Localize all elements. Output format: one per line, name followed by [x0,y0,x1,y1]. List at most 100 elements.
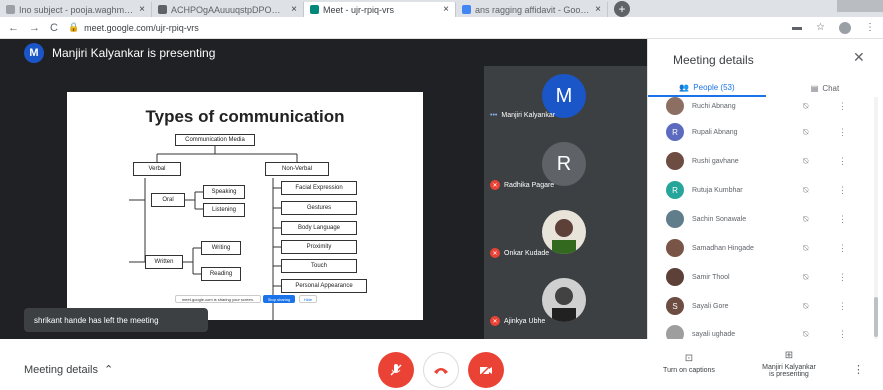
avatar [666,325,684,339]
tab-people[interactable]: 👥 People (53) [648,79,766,97]
captions-button[interactable]: ⊡ Turn on captions [634,353,744,374]
participant-name: Manjiri Kalyankar [501,112,556,119]
more-icon[interactable]: ⋮ [838,329,847,340]
mic-off-icon: ✕ [490,180,500,190]
person-name: sayali ughade [692,330,736,338]
participant-name: Onkar Kudade [504,249,550,257]
browser-tab-0[interactable]: Ino subject - pooja.waghmare × [0,2,152,17]
more-icon[interactable]: ⋮ [838,272,847,283]
browser-tab-2[interactable]: Meet - ujr-rpiq-vrs × [304,2,456,17]
mic-off-icon[interactable]: ⍉ [803,101,808,112]
list-item[interactable]: sayali ughade ⍉ ⋮ [648,319,883,339]
browser-tab-3[interactable]: ans ragging affidavit - Google S × [456,2,608,17]
scrollbar-thumb[interactable] [874,297,878,337]
hide-button[interactable]: Hide [299,295,317,303]
star-icon[interactable]: ☆ [816,22,825,33]
participant-label: ✕ Onkar Kudade [490,248,549,258]
more-icon[interactable]: ⋮ [838,156,847,167]
slide-title: Types of communication [145,107,345,126]
hang-up-icon [434,368,448,374]
meeting-details-button[interactable]: Meeting details ⌃ [24,363,114,377]
tab-chat[interactable]: ▤ Chat [766,79,883,97]
chevron-up-icon: ⌃ [104,364,114,376]
speaking-icon: ••• [490,112,498,119]
presenter-label: Manjiri Kalyankar is presenting [52,46,216,60]
mic-off-icon[interactable]: ⍉ [803,301,808,312]
more-icon[interactable]: ⋮ [838,243,847,254]
back-icon[interactable]: ← [8,22,19,34]
nonverbal-box: Non-Verbal [265,162,329,176]
close-icon[interactable]: × [443,4,449,15]
avatar: R [666,123,684,141]
list-item[interactable]: Rushi gavhane ⍉ ⋮ [648,146,883,176]
stop-sharing-button[interactable]: Stop sharing [263,295,295,303]
reload-icon[interactable]: C [50,22,58,34]
presenting-button[interactable]: ⊞ Manjiri Kalyankar is presenting [734,350,844,378]
more-icon[interactable]: ⋮ [838,101,847,112]
mic-off-icon[interactable]: ⍉ [803,156,808,167]
close-icon[interactable]: ✕ [853,49,865,66]
avatar: R [666,181,684,199]
more-options-icon[interactable]: ⋮ [853,363,864,376]
mic-off-icon[interactable]: ⍉ [803,329,808,340]
avatar [666,152,684,170]
scrollbar[interactable] [874,97,878,339]
lock-icon: 🔒 [67,22,80,32]
close-icon[interactable]: × [291,4,297,15]
participant-label: ••• Manjiri Kalyankar [490,112,555,119]
close-icon[interactable]: × [139,4,145,15]
meeting-details-label: Meeting details [24,363,98,376]
list-item[interactable]: R Rutuja Kumbhar ⍉ ⋮ [648,175,883,205]
list-item[interactable]: S Sayali Gore ⍉ ⋮ [648,291,883,321]
new-tab-button[interactable]: + [614,0,630,17]
person-name: Sachin Sonawale [692,215,747,223]
mic-off-icon[interactable]: ⍉ [803,243,808,254]
mic-off-icon[interactable]: ⍉ [803,127,808,138]
present-icon: ⊞ [784,350,794,361]
mic-off-icon[interactable]: ⍉ [803,214,808,225]
toolbar-right: ▬ ☆ ⋮ [792,21,875,34]
tab-favicon [158,5,167,14]
avatar [666,268,684,286]
avatar: S [666,297,684,315]
browser-tab-bar: Ino subject - pooja.waghmare × ACHPOgAAuu… [0,0,883,17]
mic-off-icon[interactable]: ⍉ [803,272,808,283]
forward-icon[interactable]: → [29,22,40,34]
leave-call-button[interactable] [423,352,459,388]
camera-icon[interactable]: ▬ [792,22,802,33]
more-icon[interactable]: ⋮ [838,127,847,138]
oral-box: Oral [151,193,185,207]
avatar [542,278,586,322]
mic-off-icon[interactable]: ⍉ [803,185,808,196]
captions-icon: ⊡ [684,353,694,364]
window-controls[interactable] [837,0,883,12]
url-field[interactable]: 🔒 meet.google.com/ujr-rpiq-vrs [68,22,199,33]
tab-title: Ino subject - pooja.waghmare [19,4,136,15]
participant-tile[interactable]: ✕ Onkar Kudade [484,202,647,266]
avatar [666,97,684,115]
close-icon[interactable]: × [595,4,601,15]
tab-title: Meet - ujr-rpiq-vrs [323,4,395,15]
person-name: Rupali Abnang [692,128,738,136]
list-item[interactable]: Samir Thool ⍉ ⋮ [648,262,883,292]
participant-tile[interactable]: R ✕ Radhika Pagare [484,134,647,198]
participant-tile[interactable]: M ••• Manjiri Kalyankar [484,66,647,130]
profile-icon[interactable] [839,21,851,34]
browser-tab-1[interactable]: ACHPOgAAuuuqstpDPOM2sQ × [152,2,304,17]
body-language-box: Body Language [281,221,357,235]
more-icon[interactable]: ⋮ [838,301,847,312]
more-icon[interactable]: ⋮ [838,214,847,225]
mic-toggle-button[interactable] [378,352,414,388]
listening-box: Listening [203,203,245,217]
list-item[interactable]: R Rupali Abnang ⍉ ⋮ [648,117,883,147]
participant-tile[interactable]: ✕ Ajinkya Ubhe [484,270,647,334]
more-icon[interactable]: ⋮ [838,185,847,196]
menu-icon[interactable]: ⋮ [865,22,875,33]
list-item[interactable]: Sachin Sonawale ⍉ ⋮ [648,204,883,234]
speaking-box: Speaking [203,185,245,199]
camera-toggle-button[interactable] [468,352,504,388]
list-item[interactable]: Samadhan Hingade ⍉ ⋮ [648,233,883,263]
camera-off-icon [479,363,493,377]
participant-label: ✕ Radhika Pagare [490,180,554,190]
reading-box: Reading [201,267,241,281]
